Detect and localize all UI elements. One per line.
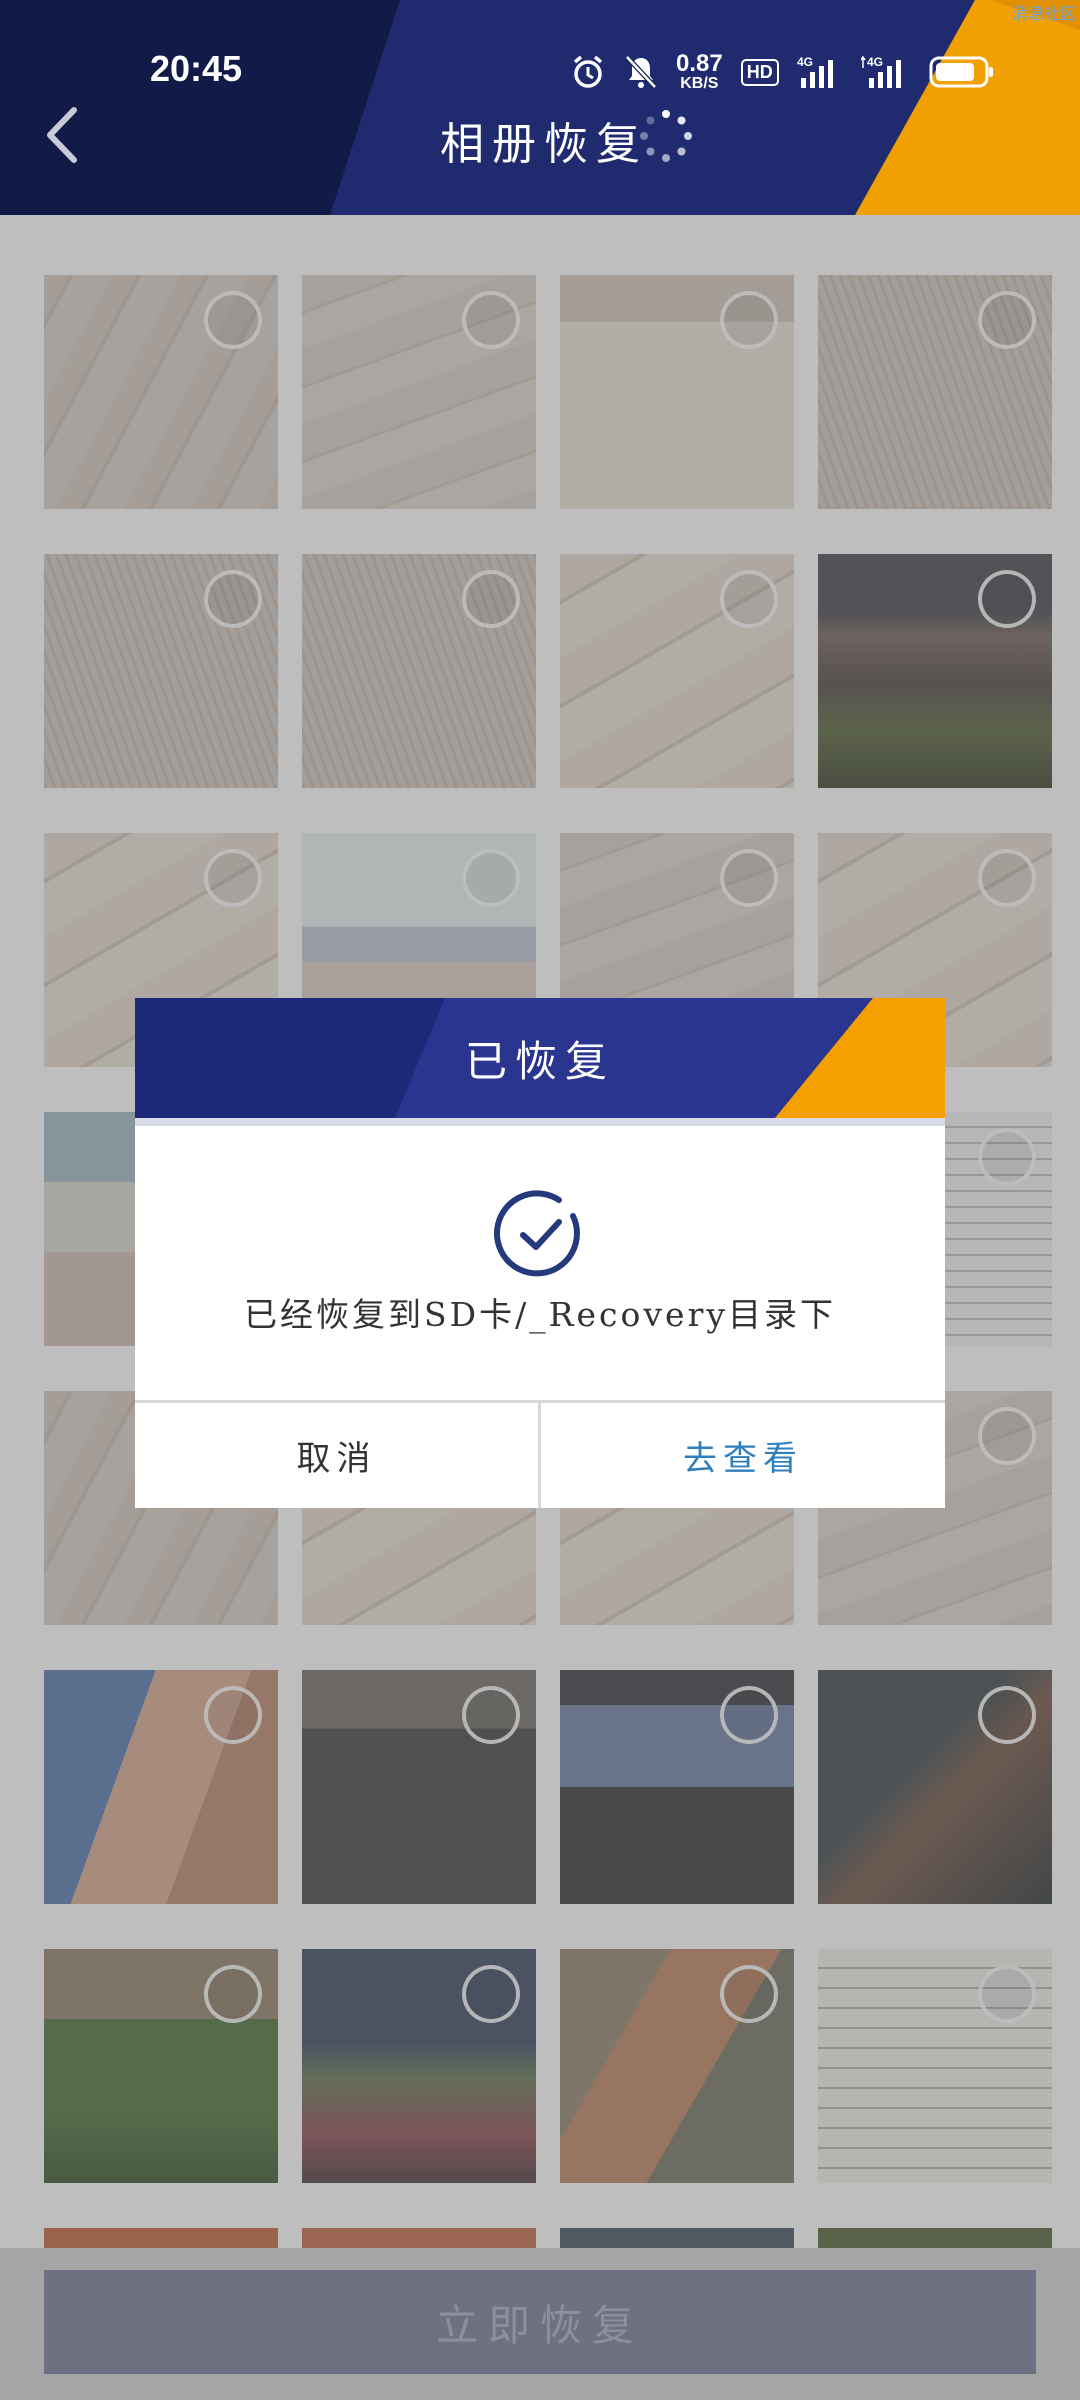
- status-time: 20:45: [150, 48, 243, 89]
- app-header: 20:45 0.87 KB/S HD 4G 4G 消息社区 相册恢复: [0, 0, 1080, 215]
- mute-icon: [624, 54, 658, 90]
- battery-icon: [929, 55, 995, 89]
- signal-4g-icon-2: 4G: [860, 54, 911, 90]
- view-button[interactable]: 去查看: [541, 1403, 945, 1508]
- net-speed-value: 0.87: [676, 50, 723, 77]
- net-speed: 0.87 KB/S: [676, 52, 723, 92]
- svg-text:4G: 4G: [797, 55, 813, 69]
- loading-spinner-icon: [640, 110, 692, 162]
- chevron-left-icon: [47, 107, 77, 163]
- dialog-header: 已恢复: [135, 998, 945, 1118]
- dialog-header-divider: [135, 1118, 945, 1126]
- check-circle-icon: [494, 1190, 580, 1277]
- alarm-icon: [570, 54, 606, 90]
- signal-4g-icon: 4G: [797, 54, 843, 90]
- back-button[interactable]: [40, 100, 84, 170]
- dialog-message: 已经恢复到SD卡/_Recovery目录下: [244, 1295, 836, 1334]
- cancel-button[interactable]: 取消: [135, 1403, 538, 1508]
- page-title: 相册恢复: [440, 119, 648, 170]
- hd-badge: HD: [740, 58, 779, 86]
- svg-text:4G: 4G: [867, 55, 883, 69]
- dialog-title: 已恢复: [464, 1036, 615, 1086]
- corner-watermark: 消息社区: [1011, 4, 1076, 23]
- status-icons: 0.87 KB/S HD 4G 4G: [570, 50, 995, 94]
- restored-dialog: 已恢复 已经恢复到SD卡/_Recovery目录下 取消 去查看: [135, 998, 945, 1508]
- net-speed-unit: KB/S: [680, 75, 719, 92]
- status-bar: 20:45 0.87 KB/S HD 4G 4G 消息社区: [0, 0, 1080, 120]
